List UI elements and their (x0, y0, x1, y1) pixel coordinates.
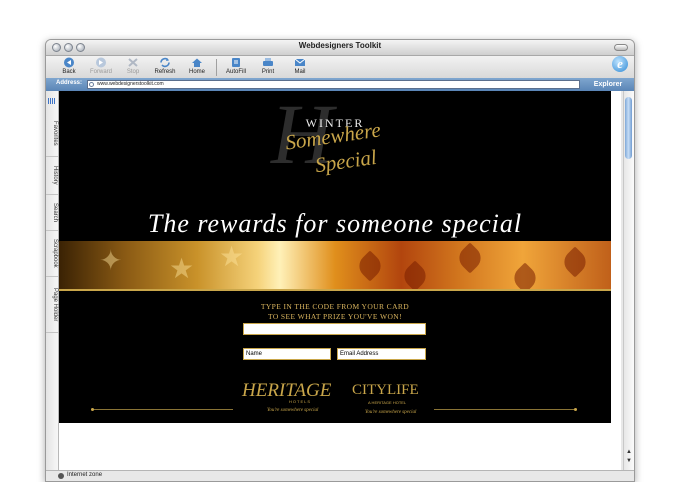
stop-button[interactable]: Stop (119, 57, 147, 76)
internet-zone-icon (58, 473, 64, 479)
star-decoration-icon: ★ (219, 241, 245, 272)
sidebar-grip-icon[interactable] (48, 98, 56, 104)
toolbar-toggle-button[interactable] (614, 44, 628, 51)
heritage-sub: HOTELS (289, 399, 312, 404)
autofill-icon (232, 58, 240, 67)
star-decoration-icon: ✦ (99, 245, 123, 276)
vertical-scrollbar[interactable]: ▲ ▼ (623, 91, 634, 470)
heritage-tagline: You're somewhere special (267, 408, 319, 413)
left-deco-dot (91, 408, 94, 411)
tagline: The rewards for someone special (147, 209, 523, 238)
back-arrow-icon (64, 57, 74, 68)
home-icon (192, 58, 202, 67)
sidebar: Favorites History Search Scrapbook Page … (46, 91, 59, 470)
browser-window: Webdesigners Toolkit Back Forward Stop R… (45, 39, 635, 482)
star-decoration-icon: ★ (169, 253, 195, 284)
right-deco-dot (574, 408, 577, 411)
citylife-sub: A HERITAGE HOTEL (368, 400, 407, 405)
scroll-up-arrow-icon[interactable]: ▲ (625, 449, 633, 456)
address-input[interactable]: www.webdesignerstoolkit.com (87, 80, 580, 89)
home-label: Home (188, 69, 205, 75)
address-bar: Address: www.webdesignerstoolkit.com Exp… (46, 78, 634, 91)
left-deco-line (93, 409, 233, 410)
name-input[interactable]: Name (243, 348, 331, 360)
web-content: H WINTER Somewhere Special The rewards f… (59, 91, 621, 470)
forward-button[interactable]: Forward (87, 57, 115, 76)
leaf-decoration-icon (559, 246, 591, 278)
right-deco-line (434, 409, 574, 410)
refresh-icon (160, 57, 170, 68)
stop-label: Stop (126, 69, 140, 75)
address-url: www.webdesignerstoolkit.com (97, 81, 164, 87)
toolbar-separator (216, 59, 217, 76)
leaf-decoration-icon (509, 262, 541, 289)
sidebar-tab-search[interactable]: Search (46, 195, 58, 231)
promo-page: H WINTER Somewhere Special The rewards f… (59, 91, 611, 423)
window-title: Webdesigners Toolkit (298, 41, 382, 50)
stop-icon (128, 58, 138, 67)
scroll-down-arrow-icon[interactable]: ▼ (625, 458, 633, 465)
toolbar: Back Forward Stop Refresh Home AutoFill … (46, 56, 634, 78)
forward-label: Forward (89, 69, 112, 75)
print-label: Print (261, 69, 275, 75)
print-icon (263, 58, 273, 66)
gold-divider (59, 289, 611, 291)
status-bar: Internet zone (46, 470, 634, 481)
prompt-line-2: TO SEE WHAT PRIZE YOU'VE WON! (268, 312, 402, 321)
special-heading: Special (313, 144, 379, 178)
title-bar: Webdesigners Toolkit (46, 40, 634, 56)
scrollbar-thumb[interactable] (625, 97, 632, 159)
explorer-button[interactable]: Explorer (586, 79, 630, 90)
back-label: Back (62, 69, 76, 75)
leaf-decoration-icon (454, 242, 486, 274)
code-prompt: TYPE IN THE CODE FROM YOUR CARD TO SEE W… (59, 302, 611, 322)
mail-label: Mail (294, 69, 306, 75)
citylife-logo[interactable]: CITYLIFE (352, 383, 419, 398)
citylife-tagline: You're somewhere special (365, 410, 417, 415)
globe-icon (89, 82, 94, 87)
address-label: Address: (56, 80, 83, 86)
autofill-button[interactable]: AutoFill (222, 57, 250, 76)
card-code-input[interactable] (243, 323, 426, 335)
sidebar-tab-scrapbook[interactable]: Scrapbook (46, 231, 58, 277)
forward-arrow-icon (96, 57, 106, 68)
back-button[interactable]: Back (55, 57, 83, 76)
mail-icon (294, 58, 306, 66)
status-text: Internet zone (67, 472, 103, 478)
refresh-button[interactable]: Refresh (151, 57, 179, 76)
sidebar-tab-favorites[interactable]: Favorites (46, 111, 58, 157)
autofill-label: AutoFill (225, 69, 246, 75)
sidebar-tab-history[interactable]: History (46, 157, 58, 195)
refresh-label: Refresh (154, 69, 176, 75)
heritage-logo[interactable]: HERITAGE (242, 381, 331, 400)
sidebar-tab-page-holder[interactable]: Page Holder (46, 277, 58, 333)
explorer-e-logo: e (612, 56, 628, 72)
mail-button[interactable]: Mail (286, 57, 314, 76)
print-button[interactable]: Print (254, 57, 282, 76)
home-button[interactable]: Home (183, 57, 211, 76)
prompt-line-1: TYPE IN THE CODE FROM YOUR CARD (260, 302, 410, 311)
leaf-decoration-icon (399, 260, 431, 289)
autumn-leaves-banner: ✦ ★ ★ (59, 241, 611, 289)
email-input[interactable]: Email Address (337, 348, 426, 360)
leaf-decoration-icon (354, 250, 386, 282)
